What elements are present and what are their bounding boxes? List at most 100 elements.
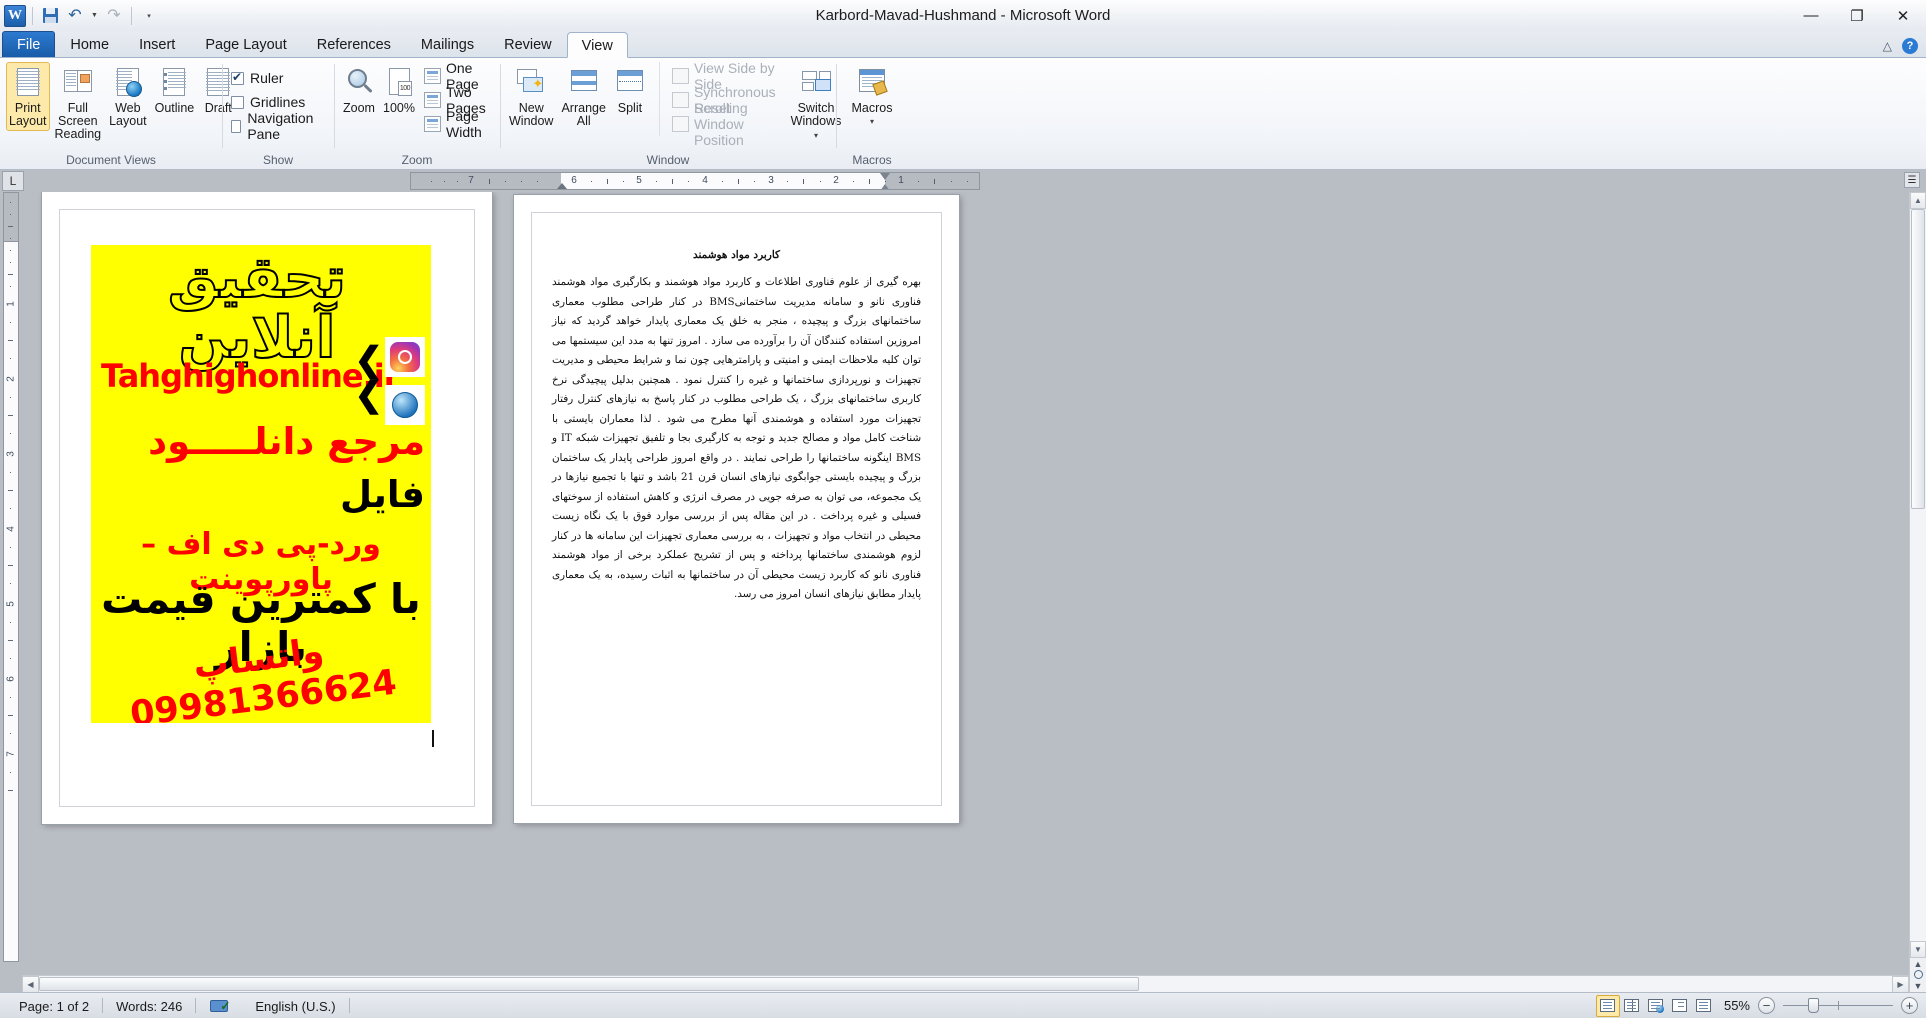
tab-file[interactable]: File bbox=[2, 31, 56, 57]
view-draft-button[interactable] bbox=[1692, 995, 1716, 1017]
status-page-indicator[interactable]: Page: 1 of 2 bbox=[6, 996, 102, 1016]
button-macros[interactable]: Macros ▾ bbox=[844, 62, 900, 131]
status-divider-3 bbox=[348, 998, 350, 1013]
view-outline-button[interactable] bbox=[1668, 995, 1692, 1017]
close-button[interactable]: ✕ bbox=[1880, 0, 1926, 31]
document-work-area: 1 2 3 4 5 6 7 تحقیق آنلاین Tahghighonlin… bbox=[0, 192, 1926, 992]
vertical-scrollbar[interactable]: ▲ ▼ ▲ ▼ bbox=[1909, 192, 1926, 992]
tab-review[interactable]: Review bbox=[489, 31, 567, 57]
button-label: Split bbox=[617, 101, 643, 115]
ribbon-utility-icons: △ ? bbox=[1883, 38, 1918, 54]
ruler-number: 1 bbox=[5, 301, 17, 307]
zoom-out-button[interactable]: − bbox=[1758, 997, 1775, 1014]
vertical-scroll-thumb[interactable] bbox=[1911, 209, 1925, 509]
help-icon[interactable]: ? bbox=[1902, 38, 1918, 54]
ribbon: Print Layout Full Screen Reading Web Lay… bbox=[0, 58, 1926, 170]
horizontal-scrollbar[interactable]: ◀ ▶ bbox=[22, 975, 1909, 992]
tab-view[interactable]: View bbox=[566, 32, 628, 58]
horizontal-scroll-track[interactable] bbox=[39, 976, 1892, 992]
ribbon-group-document-views: Print Layout Full Screen Reading Web Lay… bbox=[0, 58, 232, 170]
tab-references[interactable]: References bbox=[302, 31, 406, 57]
minimize-button[interactable]: — bbox=[1788, 0, 1834, 31]
checkbox-icon bbox=[231, 70, 244, 85]
button-outline[interactable]: Outline bbox=[152, 62, 198, 118]
button-page-width[interactable]: Page Width bbox=[420, 108, 494, 140]
horizontal-ruler[interactable]: 7 6 5 4 3 2 1 bbox=[410, 172, 980, 190]
button-split[interactable]: Split bbox=[611, 62, 649, 118]
advertisement-image[interactable]: تحقیق آنلاین Tahghighonline.ir ❮ ❮ مرجع … bbox=[91, 245, 431, 723]
zoom-level-label[interactable]: 55% bbox=[1716, 998, 1758, 1013]
chevron-down-icon[interactable]: ▾ bbox=[870, 115, 874, 128]
button-label: Arrange All bbox=[561, 101, 606, 128]
tab-stop-selector[interactable]: L bbox=[2, 171, 24, 191]
scroll-down-button[interactable]: ▼ bbox=[1910, 941, 1926, 958]
window-controls: — ❐ ✕ bbox=[1788, 0, 1926, 31]
button-new-window[interactable]: ✦ New Window bbox=[506, 62, 556, 131]
ruler-number: 7 bbox=[468, 175, 474, 186]
view-web-layout-button[interactable] bbox=[1644, 995, 1668, 1017]
ribbon-group-macros: Macros ▾ Macros bbox=[836, 58, 908, 170]
two-pages-icon bbox=[424, 92, 441, 108]
previous-page-button[interactable]: ▲ bbox=[1910, 958, 1926, 969]
print-layout-view-icon bbox=[1600, 999, 1616, 1012]
zoom-slider[interactable] bbox=[1783, 997, 1893, 1014]
document-page-1[interactable]: تحقیق آنلاین Tahghighonline.ir ❮ ❮ مرجع … bbox=[42, 192, 492, 824]
right-indent-marker[interactable] bbox=[880, 173, 890, 189]
status-language[interactable]: English (U.S.) bbox=[242, 996, 348, 1016]
arrow-right-icon-2: ❮ bbox=[354, 376, 384, 414]
page-2-text-body: کاربرد مواد هوشمند بهره گیری از علوم فنا… bbox=[552, 249, 921, 605]
scroll-left-button[interactable]: ◀ bbox=[22, 976, 39, 992]
view-side-by-side-icon bbox=[671, 68, 689, 84]
zoom-in-button[interactable]: + bbox=[1901, 997, 1918, 1014]
ribbon-tab-strip: File Home Insert Page Layout References … bbox=[0, 31, 1926, 58]
undo-icon[interactable]: ↶ bbox=[64, 5, 86, 27]
print-layout-icon bbox=[12, 66, 44, 98]
scroll-right-button[interactable]: ▶ bbox=[1892, 976, 1909, 992]
new-window-icon: ✦ bbox=[515, 66, 547, 98]
redo-icon[interactable]: ↷ bbox=[103, 5, 125, 27]
status-word-count[interactable]: Words: 246 bbox=[103, 996, 195, 1016]
left-indent-marker[interactable] bbox=[557, 173, 567, 189]
tab-insert[interactable]: Insert bbox=[124, 31, 190, 57]
button-reset-window-position[interactable]: Reset Window Position bbox=[668, 100, 780, 148]
checkbox-ruler[interactable]: Ruler bbox=[228, 66, 286, 90]
one-page-icon bbox=[424, 68, 441, 84]
document-page-2[interactable]: کاربرد مواد هوشمند بهره گیری از علوم فنا… bbox=[514, 195, 959, 823]
document-canvas[interactable]: تحقیق آنلاین Tahghighonline.ir ❮ ❮ مرجع … bbox=[22, 192, 1926, 992]
ruler-number: 6 bbox=[5, 676, 17, 682]
view-print-layout-button[interactable] bbox=[1595, 994, 1620, 1017]
checkbox-navigation-pane[interactable]: Navigation Pane bbox=[228, 110, 328, 142]
ribbon-group-window: ✦ New Window Arrange All Split View Side… bbox=[500, 58, 841, 170]
button-zoom[interactable]: Zoom bbox=[340, 62, 378, 118]
button-zoom-100[interactable]: 100 100% bbox=[380, 62, 418, 118]
select-browse-object-button[interactable] bbox=[1910, 969, 1926, 980]
button-web-layout[interactable]: Web Layout bbox=[106, 62, 150, 131]
button-arrange-all[interactable]: Arrange All bbox=[558, 62, 608, 131]
ruler-number: 1 bbox=[898, 175, 904, 186]
tab-mailings[interactable]: Mailings bbox=[406, 31, 489, 57]
customize-qat-icon[interactable]: ▾ bbox=[138, 5, 160, 27]
tab-home[interactable]: Home bbox=[55, 31, 124, 57]
split-icon bbox=[614, 66, 646, 98]
scroll-up-button[interactable]: ▲ bbox=[1910, 192, 1926, 209]
checkbox-label: Ruler bbox=[250, 70, 284, 86]
button-label: Print Layout bbox=[9, 101, 47, 128]
view-full-screen-reading-button[interactable] bbox=[1620, 995, 1644, 1017]
zoom-slider-thumb[interactable] bbox=[1808, 998, 1819, 1013]
word-app-icon[interactable]: W bbox=[4, 4, 26, 27]
horizontal-scroll-thumb[interactable] bbox=[39, 977, 1139, 991]
tab-page-layout[interactable]: Page Layout bbox=[190, 31, 301, 57]
page-2-content-frame: کاربرد مواد هوشمند بهره گیری از علوم فنا… bbox=[531, 212, 942, 806]
chevron-down-icon[interactable]: ▾ bbox=[814, 131, 818, 140]
vertical-scroll-track[interactable] bbox=[1910, 209, 1926, 941]
restore-button[interactable]: ❐ bbox=[1834, 0, 1880, 31]
vertical-ruler[interactable]: 1 2 3 4 5 6 7 bbox=[0, 192, 22, 992]
next-page-button[interactable]: ▼ bbox=[1910, 981, 1926, 992]
ruler-toggle-icon[interactable]: ☰ bbox=[1904, 172, 1920, 188]
button-print-layout[interactable]: Print Layout bbox=[6, 62, 50, 131]
undo-dropdown-icon[interactable]: ▼ bbox=[89, 5, 100, 27]
collapse-ribbon-icon[interactable]: △ bbox=[1883, 39, 1892, 53]
status-spell-check[interactable]: ✓ bbox=[196, 996, 242, 1016]
button-full-screen-reading[interactable]: Full Screen Reading bbox=[52, 62, 105, 144]
save-icon[interactable] bbox=[39, 5, 61, 27]
